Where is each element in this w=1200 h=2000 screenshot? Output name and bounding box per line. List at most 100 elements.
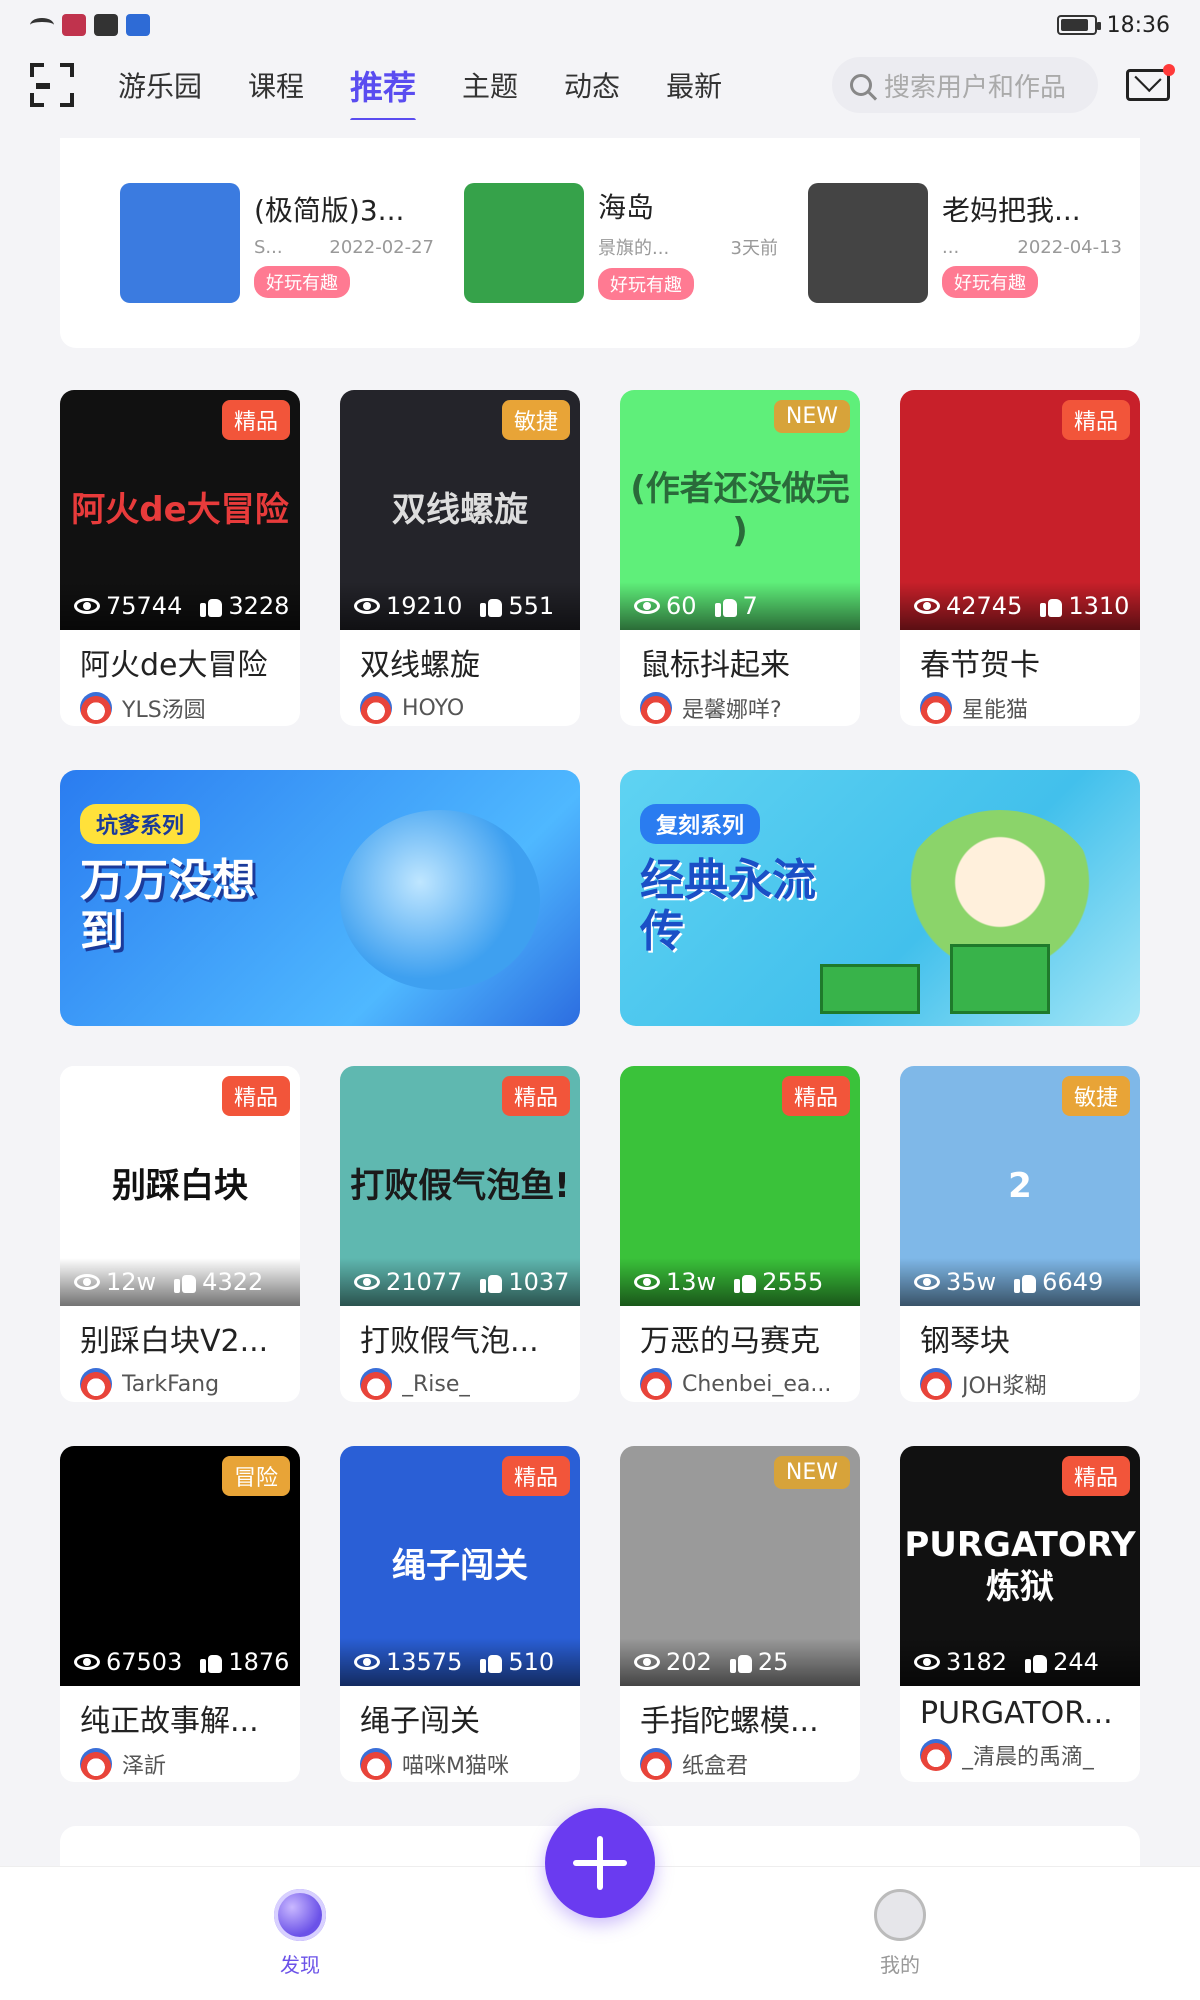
battery-icon <box>1056 15 1101 35</box>
pipe-illustration <box>820 964 920 1014</box>
stats-bar: 19210 551 <box>340 582 580 630</box>
thumbs-up-icon <box>174 1271 197 1293</box>
banner-surprise-series[interactable]: 坑爹系列 万万没想到 <box>60 770 580 1026</box>
category-badge: 精品 <box>221 400 290 440</box>
project-title: 阿火de大冒险 <box>80 648 268 683</box>
project-card[interactable]: 阿火de大冒险 精品 75744 3228 阿火de大冒险 YLS汤圆 <box>60 390 300 726</box>
tab-playground[interactable]: 游乐园 <box>114 57 206 113</box>
stats-bar: 21077 1037 <box>340 1258 580 1306</box>
tab-latest[interactable]: 最新 <box>662 57 726 113</box>
thumbnail-text: PURGATORY 炼狱 <box>904 1524 1136 1608</box>
eye-icon <box>354 598 380 614</box>
thumbnail-text: 双线螺旋 <box>392 489 528 530</box>
avatar <box>920 692 952 724</box>
stats-bar: 202 25 <box>620 1638 860 1686</box>
tab-courses[interactable]: 课程 <box>244 57 308 113</box>
banner-tag: 复刻系列 <box>640 804 761 844</box>
project-thumbnail: 阿火de大冒险 精品 75744 3228 <box>60 390 300 630</box>
author-name: 是馨娜咩? <box>682 698 782 723</box>
project-row: 阿火de大冒险 精品 75744 3228 阿火de大冒险 YLS汤圆 双线螺旋 敏捷 1921… <box>60 390 1140 726</box>
project-thumbnail: 精品 13w 2555 <box>620 1066 860 1306</box>
eye-icon <box>634 598 660 614</box>
nav-label: 我的 <box>880 1953 920 1977</box>
top-nav: 游乐园 课程 推荐 主题 动态 最新 搜索用户和作品 <box>0 50 1200 120</box>
featured-author: ... <box>942 236 960 258</box>
category-badge: 精品 <box>501 1076 570 1116</box>
avatar <box>920 1739 952 1771</box>
banner-remake-series[interactable]: 复刻系列 经典永流传 <box>620 770 1140 1026</box>
project-row: 别踩白块 精品 12w 4322 别踩白块V2... TarkFang 打败假气泡鱼! 精品 2… <box>60 1066 1140 1402</box>
featured-tag: 好玩有趣 <box>942 265 1038 298</box>
project-card[interactable]: 打败假气泡鱼! 精品 21077 1037 打败假气泡... _Rise_ <box>340 1066 580 1402</box>
project-card[interactable]: 绳子闯关 精品 13575 510 绳子闯关 喵咪M猫咪 <box>340 1446 580 1782</box>
vpn-icon <box>126 14 150 36</box>
avatar <box>80 1368 112 1400</box>
project-card[interactable]: 双线螺旋 敏捷 19210 551 双线螺旋 HOYO <box>340 390 580 726</box>
status-right: 18:36 <box>1056 13 1170 38</box>
author-name: JOH浆糊 <box>962 1374 1047 1399</box>
status-icons <box>30 14 150 36</box>
nav-discover[interactable]: 发现 <box>200 1889 400 1978</box>
search-input[interactable]: 搜索用户和作品 <box>832 57 1098 113</box>
project-card[interactable]: 2 敏捷 35w 6649 钢琴块 JOH浆糊 <box>900 1066 1140 1402</box>
category-badge: 精品 <box>1061 400 1130 440</box>
view-count: 67503 <box>106 1648 183 1676</box>
notification-dot <box>1163 64 1175 76</box>
featured-thumbnail <box>808 183 928 303</box>
banner-title: 经典永流传 <box>640 855 816 957</box>
view-count: 42745 <box>946 592 1023 620</box>
project-row: 冒险 67503 1876 纯正故事解... 泽訢 绳子闯关 精品 13575 510 绳子闯关喵… <box>60 1446 1140 1782</box>
nav-mine[interactable]: 我的 <box>800 1889 1000 1978</box>
featured-list: (极简版)3... S... 2022-02-27 好玩有趣 海岛 景旗的...… <box>60 138 1140 348</box>
project-title: PURGATOR... <box>920 1696 1113 1731</box>
like-count: 25 <box>757 1648 789 1676</box>
featured-item[interactable]: (极简版)3... S... 2022-02-27 好玩有趣 <box>120 183 434 303</box>
project-card[interactable]: 冒险 67503 1876 纯正故事解... 泽訢 <box>60 1446 300 1782</box>
category-badge: 精品 <box>1061 1456 1130 1496</box>
avatar <box>640 1368 672 1400</box>
project-title: 别踩白块V2... <box>80 1324 269 1359</box>
project-card[interactable]: 精品 42745 1310 春节贺卡 星能猫 <box>900 390 1140 726</box>
mail-icon[interactable] <box>1126 64 1175 101</box>
view-count: 12w <box>106 1268 157 1296</box>
avatar <box>360 1368 392 1400</box>
author-name: 星能猫 <box>962 698 1029 723</box>
thumbs-up-icon <box>480 1651 503 1673</box>
project-card[interactable]: 别踩白块 精品 12w 4322 别踩白块V2... TarkFang <box>60 1066 300 1402</box>
stats-bar: 13575 510 <box>340 1638 580 1686</box>
project-title: 纯正故事解... <box>80 1704 259 1739</box>
thumbnail-text: 2 <box>1008 1165 1032 1206</box>
cat-icon <box>874 1889 926 1941</box>
eye-icon <box>634 1274 660 1290</box>
project-card[interactable]: (作者还没做完 ) NEW 60 7 鼠标抖起来 是馨娜咩? <box>620 390 860 726</box>
bird-mascot-illustration <box>340 810 540 990</box>
project-thumbnail: PURGATORY 炼狱 精品 3182 244 <box>900 1446 1140 1686</box>
wifi-icon <box>30 18 54 32</box>
eye-icon <box>914 1654 940 1670</box>
featured-author: 景旗的... <box>598 238 670 259</box>
project-card[interactable]: 精品 13w 2555 万恶的马赛克 Chenbei_ea... <box>620 1066 860 1402</box>
tab-recommended[interactable]: 推荐 <box>346 53 420 120</box>
featured-item[interactable]: 海岛 景旗的... 3天前 好玩有趣 <box>464 183 778 303</box>
project-card[interactable]: PURGATORY 炼狱 精品 3182 244 PURGATOR... _清晨的禹滴_ <box>900 1446 1140 1782</box>
project-thumbnail: 冒险 67503 1876 <box>60 1446 300 1686</box>
stats-bar: 42745 1310 <box>900 582 1140 630</box>
like-count: 551 <box>508 592 555 620</box>
like-count: 7 <box>742 592 758 620</box>
like-count: 3228 <box>228 592 290 620</box>
avatar <box>80 1748 112 1780</box>
project-card[interactable]: NEW 202 25 手指陀螺模... 纸盒君 <box>620 1446 860 1782</box>
tab-topics[interactable]: 主题 <box>458 57 522 113</box>
stats-bar: 35w 6649 <box>900 1258 1140 1306</box>
create-button[interactable] <box>545 1808 655 1918</box>
project-title: 绳子闯关 <box>360 1704 480 1739</box>
eye-icon <box>354 1654 380 1670</box>
project-thumbnail: NEW 202 25 <box>620 1446 860 1686</box>
scan-icon[interactable] <box>30 63 74 107</box>
author-name: TarkFang <box>122 1371 220 1397</box>
tab-feed[interactable]: 动态 <box>560 57 624 113</box>
featured-date: 3天前 <box>730 238 778 259</box>
thumbs-up-icon <box>729 1651 752 1673</box>
featured-item[interactable]: 老妈把我... ... 2022-04-13 好玩有趣 <box>808 183 1122 303</box>
featured-title: 海岛 <box>598 191 655 224</box>
